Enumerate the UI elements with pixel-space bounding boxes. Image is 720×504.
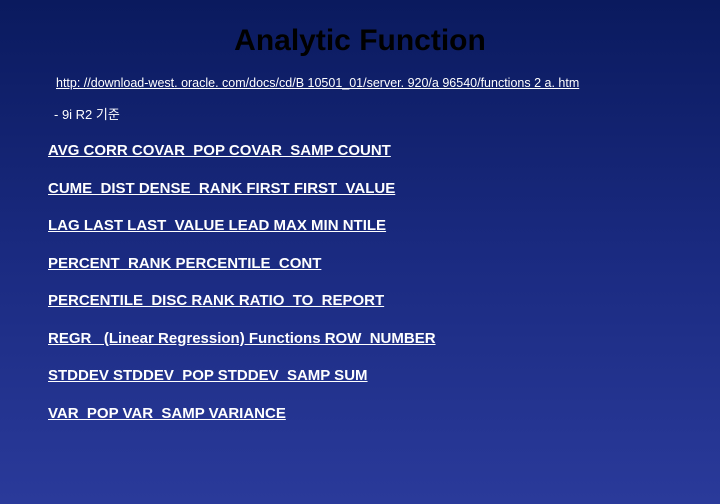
function-row: STDDEV STDDEV_POP STDDEV_SAMP SUM xyxy=(48,366,672,386)
slide-title: Analytic Function xyxy=(48,24,672,58)
function-row: AVG CORR COVAR_POP COVAR_SAMP COUNT xyxy=(48,141,672,161)
reference-url[interactable]: http: //download-west. oracle. com/docs/… xyxy=(56,76,672,90)
function-row: CUME_DIST DENSE_RANK FIRST FIRST_VALUE xyxy=(48,179,672,199)
function-row: PERCENTILE_DISC RANK RATIO_TO_REPORT xyxy=(48,291,672,311)
version-note: - 9i R2 기준 xyxy=(54,104,672,123)
function-row: LAG LAST LAST_VALUE LEAD MAX MIN NTILE xyxy=(48,216,672,236)
function-row: REGR_ (Linear Regression) Functions ROW_… xyxy=(48,329,672,349)
function-row: PERCENT_RANK PERCENTILE_CONT xyxy=(48,254,672,274)
function-row: VAR_POP VAR_SAMP VARIANCE xyxy=(48,404,672,424)
